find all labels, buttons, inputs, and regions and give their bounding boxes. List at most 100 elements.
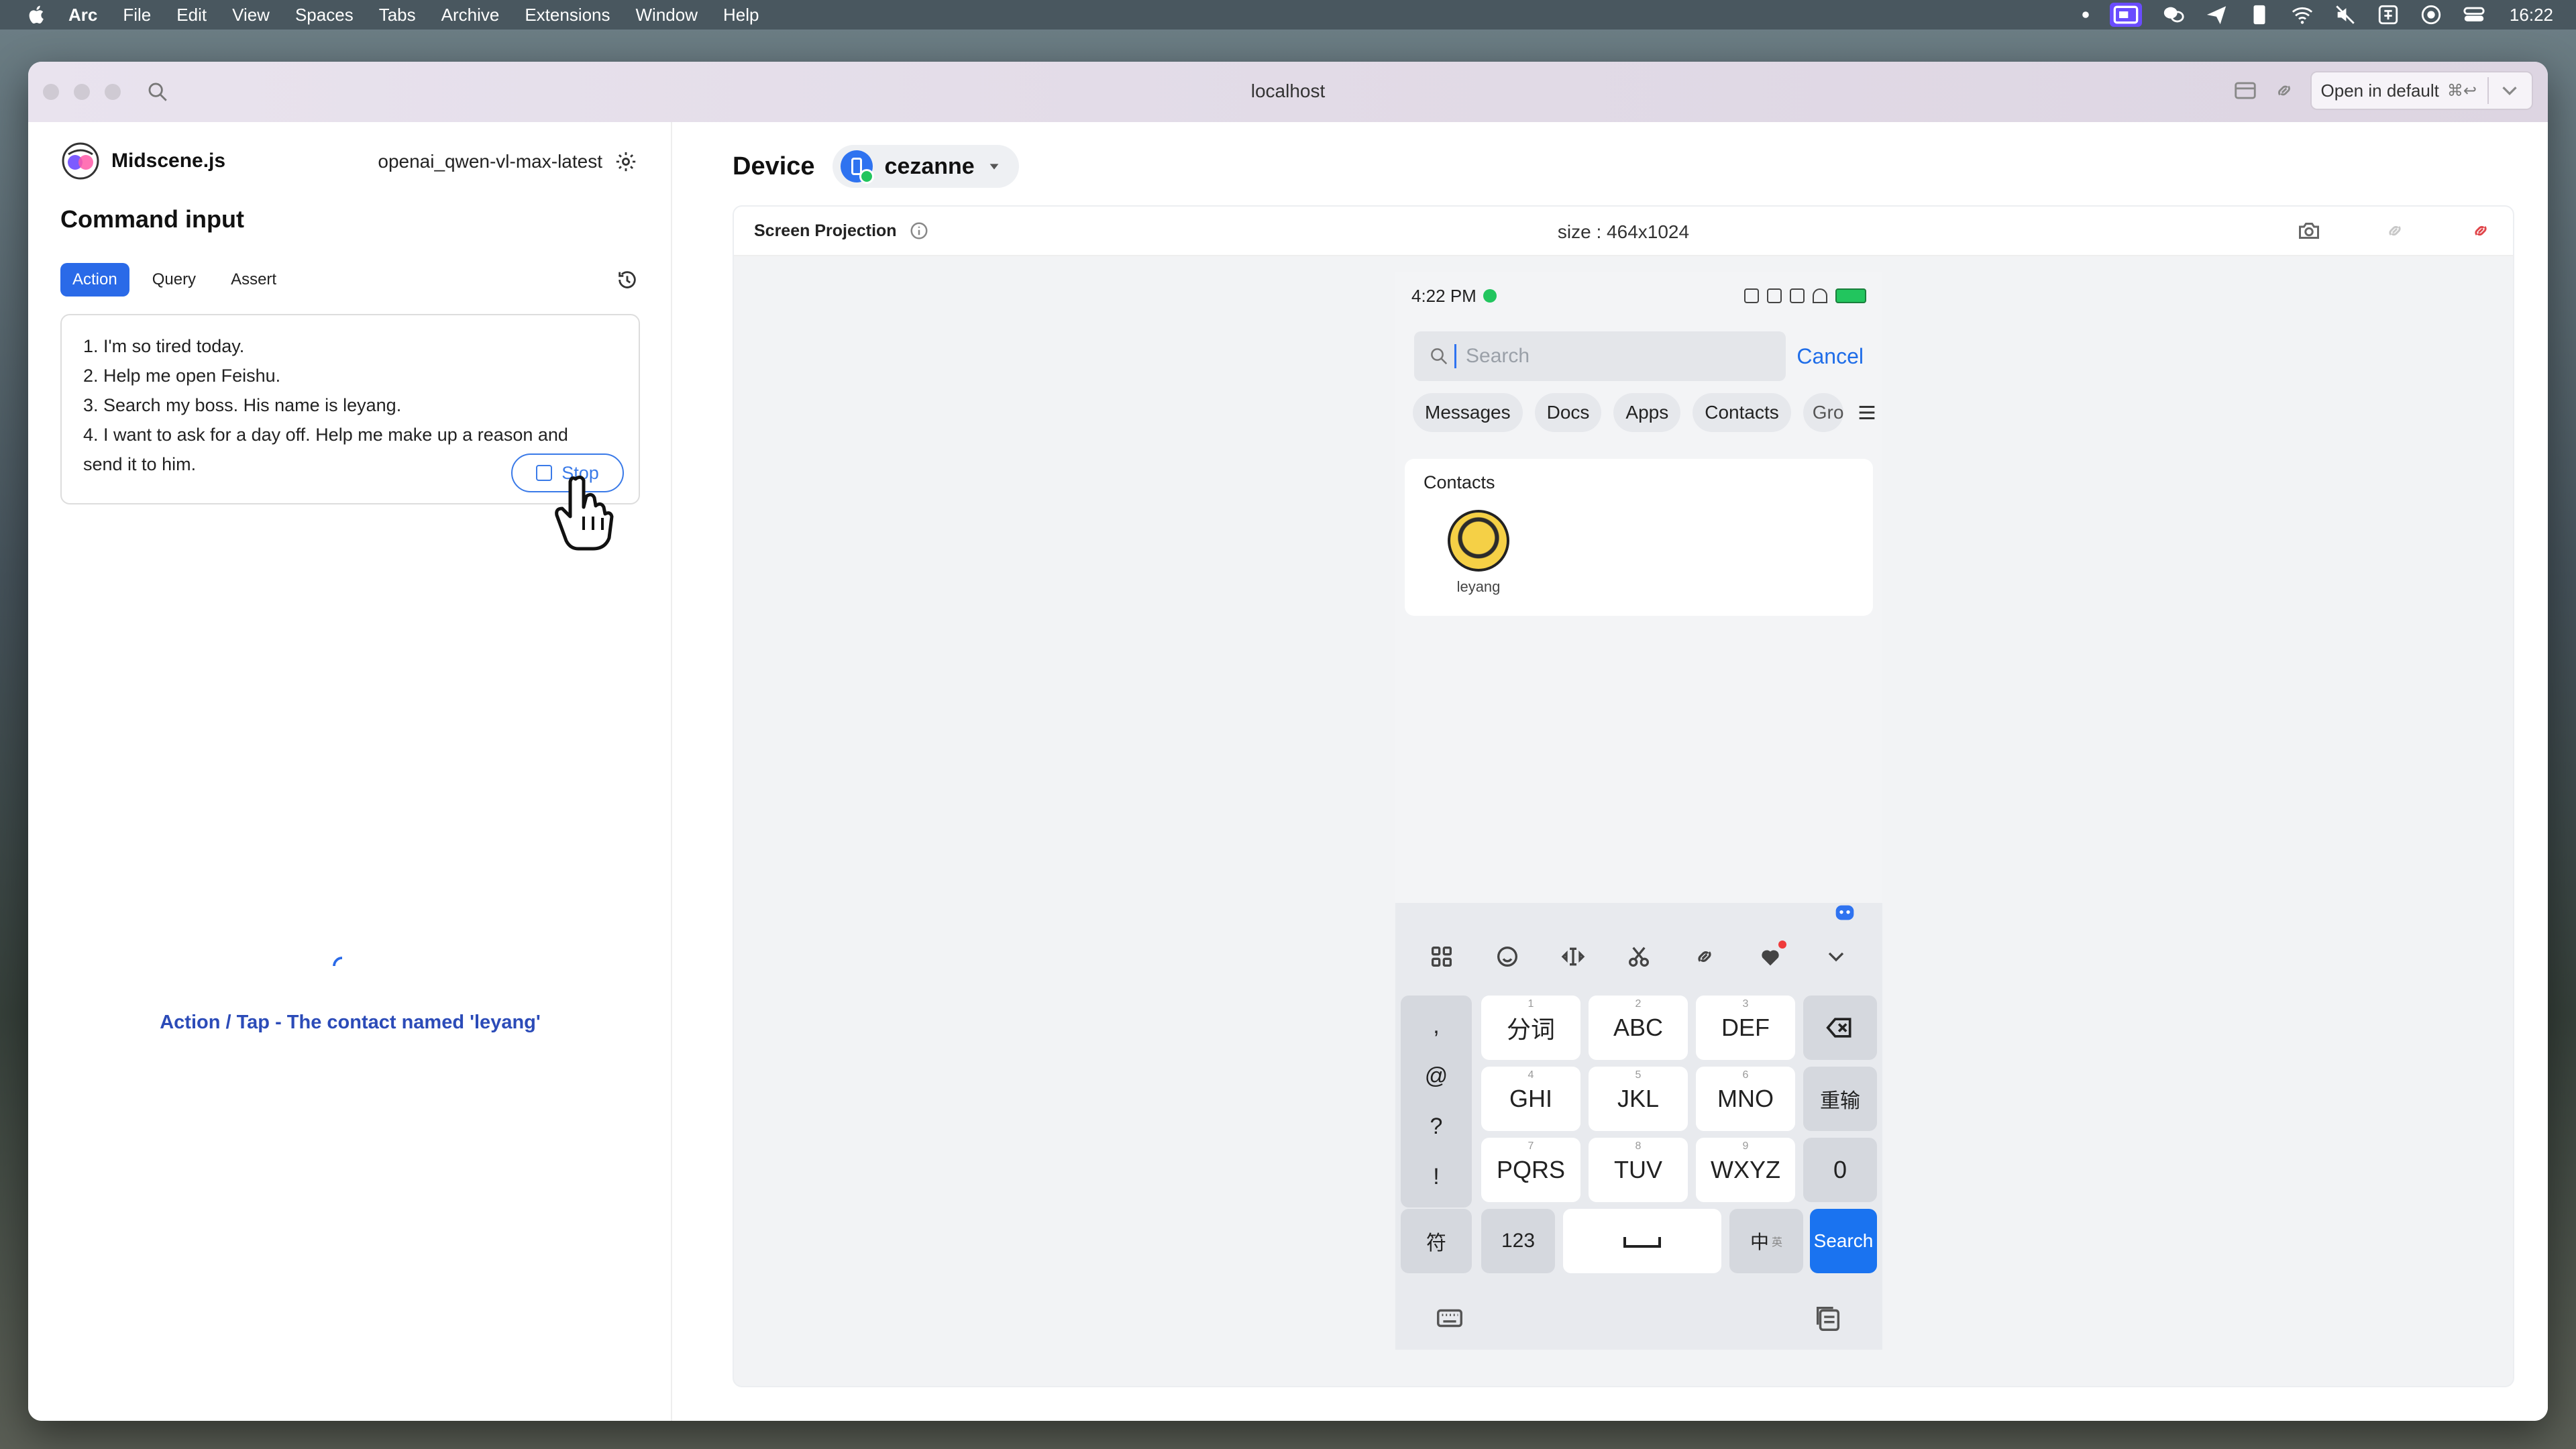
clip-link-icon[interactable] [1691, 943, 1718, 970]
key-5[interactable]: 5 JKL [1589, 1067, 1688, 1131]
menu-window[interactable]: Window [636, 5, 698, 25]
caret-down-icon[interactable] [987, 159, 1002, 174]
keyboard-toolbar [1395, 936, 1882, 977]
minimize-window-button[interactable] [74, 84, 90, 100]
apple-icon[interactable] [25, 3, 48, 26]
space-key[interactable] [1563, 1209, 1721, 1273]
open-in-default-button[interactable]: Open in default ⌘↩ [2310, 71, 2533, 110]
chevron-down-icon[interactable] [1823, 943, 1849, 970]
keyboard-icon[interactable] [1434, 1303, 1465, 1334]
phone-time: 4:22 PM [1411, 285, 1477, 306]
mode-tabs: Action Query Assert [60, 263, 288, 297]
contact-search-input[interactable]: Search [1414, 331, 1786, 381]
menu-archive[interactable]: Archive [441, 5, 500, 25]
device-selector[interactable]: cezanne [832, 145, 1019, 188]
key-question[interactable]: ? [1430, 1114, 1443, 1140]
chevron-down-icon[interactable] [2497, 78, 2522, 103]
menu-help[interactable]: Help [723, 5, 759, 25]
screen-projection: Screen Projection size : 464x1024 4:22 P… [733, 205, 2514, 1387]
input-method-icon[interactable] [2377, 3, 2400, 26]
key-6[interactable]: 6 MNO [1696, 1067, 1795, 1131]
language-main-label: 中 [1750, 1232, 1769, 1252]
key-4[interactable]: 4 GHI [1481, 1067, 1580, 1131]
device-label: Device [733, 152, 815, 180]
link-icon[interactable] [2271, 78, 2297, 103]
search-icon[interactable] [146, 80, 169, 103]
capture-icon[interactable] [2233, 78, 2258, 103]
menu-file[interactable]: File [123, 5, 151, 25]
contact-name[interactable]: leyang [1448, 578, 1509, 596]
menu-edit[interactable]: Edit [176, 5, 207, 25]
key-number: 7 [1527, 1140, 1534, 1152]
key-label: PQRS [1496, 1156, 1566, 1183]
menu-tabs[interactable]: Tabs [379, 5, 416, 25]
menu-spaces[interactable]: Spaces [295, 5, 354, 25]
chip-groups[interactable]: Gro [1803, 393, 1843, 432]
tab-query[interactable]: Query [140, 263, 208, 297]
key-1[interactable]: 1 分词 [1481, 996, 1580, 1060]
chip-apps[interactable]: Apps [1613, 393, 1681, 432]
chip-messages[interactable]: Messages [1413, 393, 1523, 432]
close-window-button[interactable] [43, 84, 59, 100]
key-9[interactable]: 9 WXYZ [1696, 1138, 1795, 1202]
numbers-key[interactable]: 123 [1481, 1209, 1555, 1273]
menu-view[interactable]: View [232, 5, 270, 25]
theme-heart-icon[interactable] [1757, 941, 1786, 970]
key-0[interactable]: 0 [1803, 1138, 1877, 1202]
history-icon[interactable] [616, 268, 639, 291]
key-label: DEF [1721, 1014, 1770, 1041]
key-label: WXYZ [1711, 1156, 1780, 1183]
backspace-key[interactable] [1803, 996, 1877, 1060]
tab-action[interactable]: Action [60, 263, 129, 297]
tab-assert[interactable]: Assert [219, 263, 288, 297]
language-key[interactable]: 中英 [1729, 1209, 1803, 1273]
paper-plane-icon[interactable] [2205, 3, 2228, 26]
key-comma[interactable]: , [1433, 1013, 1439, 1039]
cursor-move-icon[interactable] [1560, 943, 1587, 970]
gear-icon[interactable] [614, 150, 637, 173]
command-panel: Midscene.js openai_qwen-vl-max-latest Co… [28, 122, 672, 1421]
key-3[interactable]: 3 DEF [1696, 996, 1795, 1060]
menu-app-name[interactable]: Arc [68, 5, 97, 25]
disconnect-icon[interactable] [2469, 219, 2493, 243]
menu-icon[interactable] [1856, 401, 1878, 424]
avatar[interactable] [1448, 510, 1509, 572]
reenter-key[interactable]: 重输 [1803, 1067, 1877, 1131]
search-key[interactable]: Search [1810, 1209, 1877, 1273]
clipboard-icon[interactable] [1813, 1303, 1843, 1334]
page-title: Command input [60, 205, 244, 233]
symbols-key[interactable]: 符 [1401, 1209, 1472, 1273]
scissors-icon[interactable] [1625, 943, 1652, 970]
camera-icon[interactable] [2297, 219, 2321, 243]
phone-icon[interactable] [2248, 3, 2271, 26]
link-icon[interactable] [2383, 219, 2407, 243]
chip-docs[interactable]: Docs [1534, 393, 1602, 432]
mute-icon[interactable] [2334, 3, 2357, 26]
key-7[interactable]: 7 PQRS [1481, 1138, 1580, 1202]
open-in-default-label: Open in default [2320, 80, 2439, 101]
chip-contacts[interactable]: Contacts [1693, 393, 1791, 432]
grid-icon[interactable] [1428, 943, 1455, 970]
prompt-line: 4. I want to ask for a day off. Help me … [83, 425, 568, 445]
wifi-icon[interactable] [2291, 3, 2314, 26]
control-center-icon[interactable] [2463, 3, 2485, 26]
url-bar[interactable]: localhost [28, 80, 2548, 102]
key-8[interactable]: 8 TUV [1589, 1138, 1688, 1202]
phone-status-bar: 4:22 PM [1395, 272, 1882, 319]
key-2[interactable]: 2 ABC [1589, 996, 1688, 1060]
menu-extensions[interactable]: Extensions [525, 5, 610, 25]
model-selector[interactable]: openai_qwen-vl-max-latest [378, 150, 637, 173]
menubar-clock[interactable]: 16:22 [2510, 5, 2553, 25]
info-icon[interactable] [909, 221, 929, 241]
key-exclaim[interactable]: ! [1433, 1164, 1439, 1190]
zoom-window-button[interactable] [105, 84, 121, 100]
wechat-icon[interactable] [2162, 3, 2185, 26]
record-icon[interactable] [2420, 3, 2443, 26]
assistant-bot-icon[interactable] [1831, 898, 1858, 924]
key-at[interactable]: @ [1425, 1063, 1448, 1089]
screen-mirror-icon[interactable] [2109, 3, 2142, 27]
emoji-icon[interactable] [1494, 943, 1521, 970]
status-icons [1744, 288, 1866, 303]
dot-icon[interactable] [2082, 11, 2090, 19]
cancel-button[interactable]: Cancel [1796, 344, 1864, 369]
